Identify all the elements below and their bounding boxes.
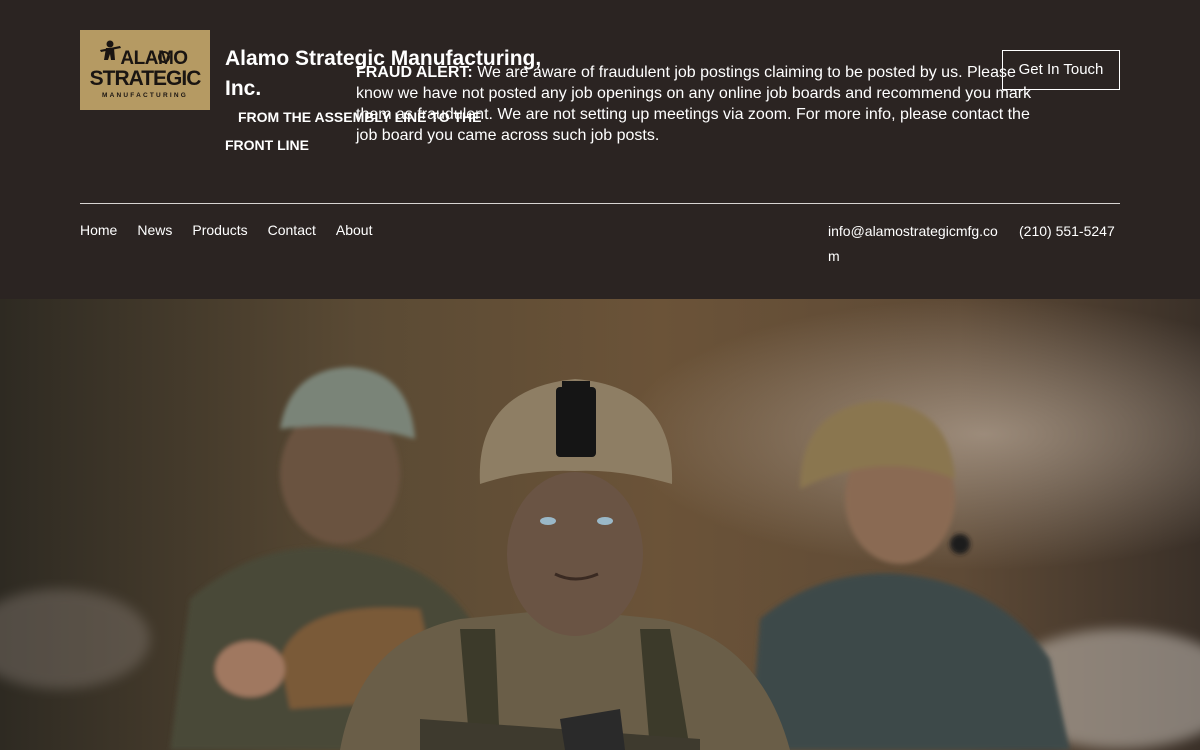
logo-line-2: STRATEGIC — [89, 67, 202, 90]
nav-item-about[interactable]: About — [336, 221, 373, 239]
site-header: ALAMO STRATEGIC MANUFACTURING Alamo Stra… — [0, 0, 1200, 299]
fraud-alert: FRAUD ALERT: We are aware of fraudulent … — [356, 62, 1046, 146]
contact-phone[interactable]: (210) 551-5247 — [1019, 219, 1115, 244]
header-divider — [80, 203, 1120, 204]
get-in-touch-button[interactable]: Get In Touch — [1002, 50, 1120, 90]
contact-email[interactable]: info@alamostrategicmfg.com — [828, 219, 1000, 269]
nav-item-news[interactable]: News — [137, 221, 172, 239]
hero-image — [0, 299, 1200, 750]
nav-item-contact[interactable]: Contact — [268, 221, 316, 239]
soldiers-photo — [0, 299, 1200, 750]
nav-item-home[interactable]: Home — [80, 221, 117, 239]
logo-line-3: MANUFACTURING — [101, 92, 188, 99]
nav-item-products[interactable]: Products — [192, 221, 247, 239]
fraud-alert-label: FRAUD ALERT: — [356, 64, 473, 81]
logo[interactable]: ALAMO STRATEGIC MANUFACTURING — [80, 30, 210, 110]
main-nav: Home News Products Contact About — [80, 221, 392, 239]
